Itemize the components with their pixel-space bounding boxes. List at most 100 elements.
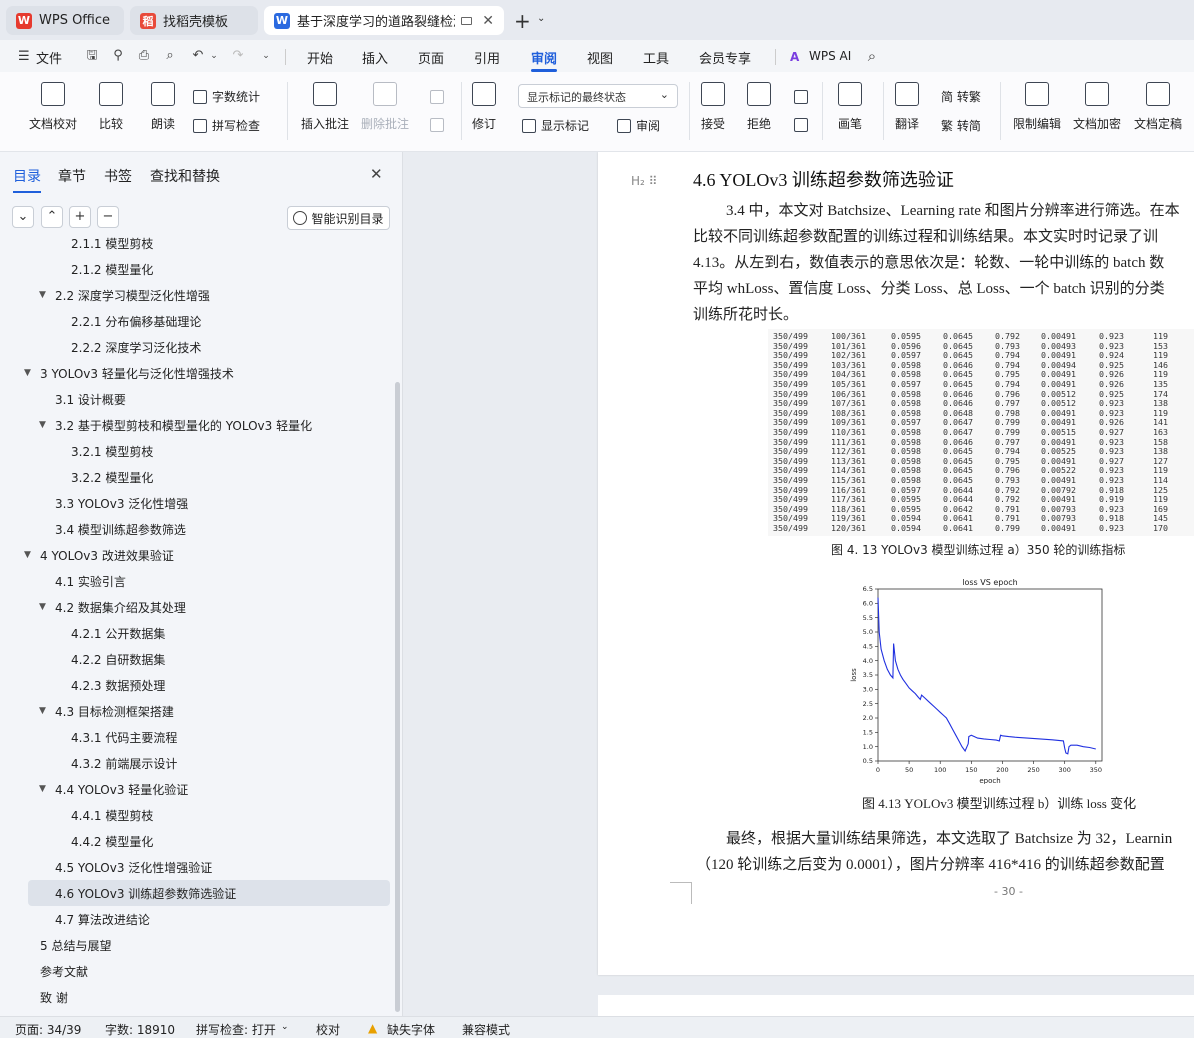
undo-icon[interactable]: ↶: [190, 48, 206, 64]
toc-item[interactable]: 4.5 YOLOv3 泛化性增强验证: [55, 854, 212, 880]
new-tab-icon[interactable]: +: [514, 9, 531, 33]
markup-state-select[interactable]: 显示标记的最终状态 ⌄: [518, 84, 678, 108]
to-traditional-button[interactable]: 简 转繁: [941, 88, 981, 105]
reject-button[interactable]: 拒绝: [747, 82, 771, 132]
expand-all-icon[interactable]: ⌄: [12, 206, 34, 228]
toc-item[interactable]: 2.1.2 模型量化: [71, 256, 153, 282]
toc-item[interactable]: 4.2.2 自研数据集: [71, 646, 165, 672]
menu-page[interactable]: 页面: [418, 48, 444, 67]
undo-dropdown-icon[interactable]: ⌄: [206, 48, 222, 64]
hamburger-icon[interactable]: ☰: [18, 49, 30, 64]
toc-item[interactable]: 4.2.3 数据预处理: [71, 672, 165, 698]
menu-file[interactable]: 文件: [36, 48, 62, 67]
pen-button[interactable]: 画笔: [838, 82, 862, 132]
chevron-down-icon[interactable]: ⌄: [281, 1022, 289, 1032]
toc-item[interactable]: 4.3.1 代码主要流程: [71, 724, 177, 750]
print-icon[interactable]: ⎙: [136, 48, 152, 64]
toc-item[interactable]: 3.4 模型训练超参数筛选: [55, 516, 186, 542]
caret-down-icon[interactable]: ▼: [39, 420, 48, 430]
loss-chart[interactable]: loss VS epoch epoch loss 0 50 100 150 200 250 300…: [848, 574, 1128, 784]
menu-home[interactable]: 开始: [307, 48, 333, 67]
share-icon[interactable]: ⚲: [110, 48, 126, 64]
monitor-icon[interactable]: [461, 16, 473, 25]
tab-document[interactable]: W 基于深度学习的道路裂缝检测 ✕: [264, 6, 504, 35]
toc-item[interactable]: 4.2.1 公开数据集: [71, 620, 165, 646]
toc-scrollbar[interactable]: [395, 382, 400, 1012]
caret-down-icon[interactable]: ▼: [24, 368, 33, 378]
close-tab-icon[interactable]: ✕: [482, 13, 494, 29]
add-heading-icon[interactable]: +: [69, 206, 91, 228]
caret-down-icon[interactable]: ▼: [24, 550, 33, 560]
print-preview-icon[interactable]: ⌕: [162, 48, 178, 64]
prev-comment-icon[interactable]: [430, 90, 444, 104]
toc-item[interactable]: 4.4.2 模型量化: [71, 828, 153, 854]
toc-item[interactable]: ▼ 3 YOLOv3 轻量化与泛化性增强技术: [24, 360, 234, 386]
training-log-image[interactable]: 350/499 100/361 0.0595 0.0645 0.792 0.00491 0.…: [768, 329, 1194, 536]
toc-item[interactable]: 3.2.1 模型剪枝: [71, 438, 153, 464]
redo-dropdown-icon[interactable]: ⌄: [258, 48, 274, 64]
toc-item[interactable]: 5 总结与展望: [40, 932, 111, 958]
compare-button[interactable]: 比较: [99, 82, 123, 132]
read-aloud-button[interactable]: 朗读: [151, 82, 175, 132]
spell-check-button[interactable]: 拼写检查: [193, 117, 260, 134]
tab-wps-office[interactable]: W WPS Office: [6, 6, 124, 35]
caret-down-icon[interactable]: ▼: [39, 290, 48, 300]
word-count-status[interactable]: 字数: 18910: [105, 1021, 175, 1038]
insert-comment-button[interactable]: 插入批注: [301, 82, 349, 132]
toc-item[interactable]: ▼ 4.2 数据集介绍及其处理: [39, 594, 186, 620]
accept-button[interactable]: 接受: [701, 82, 725, 132]
page-indicator[interactable]: 页面: 34/39: [15, 1021, 81, 1038]
toc-item[interactable]: 4.4.1 模型剪枝: [71, 802, 153, 828]
to-simplified-button[interactable]: 繁 转简: [941, 117, 981, 134]
menu-wps-ai[interactable]: WPS AI: [809, 49, 851, 63]
tab-bookmarks[interactable]: 书签: [104, 166, 132, 186]
spell-check-status[interactable]: 拼写检查: 打开: [196, 1021, 276, 1038]
smart-toc-button[interactable]: 智能识别目录: [287, 206, 390, 230]
toc-item[interactable]: 3.1 设计概要: [55, 386, 126, 412]
caret-down-icon[interactable]: ▼: [39, 706, 48, 716]
translate-button[interactable]: 翻译: [895, 82, 919, 132]
toc-item[interactable]: ▼ 2.2 深度学习模型泛化性增强: [39, 282, 210, 308]
tab-template[interactable]: 稻 找稻壳模板: [130, 6, 258, 35]
missing-font-status[interactable]: 缺失字体: [387, 1021, 435, 1038]
toc-item[interactable]: 2.1.1 模型剪枝: [71, 230, 153, 256]
caret-down-icon[interactable]: ▼: [39, 784, 48, 794]
toc-item[interactable]: 2.2.1 分布偏移基础理论: [71, 308, 201, 334]
tab-chapters[interactable]: 章节: [58, 166, 86, 186]
toc-item[interactable]: 4.1 实验引言: [55, 568, 126, 594]
show-marks-button[interactable]: 显示标记: [522, 117, 589, 134]
menu-member[interactable]: 会员专享: [699, 48, 751, 67]
doc-check-button[interactable]: 文档校对: [29, 82, 77, 132]
toc-item[interactable]: ▼ 3.2 基于模型剪枝和模型量化的 YOLOv3 轻量化: [39, 412, 312, 438]
restrict-edit-button[interactable]: 限制编辑: [1013, 82, 1061, 132]
encrypt-button[interactable]: 文档加密: [1073, 82, 1121, 132]
toc-item[interactable]: ▼ 4.4 YOLOv3 轻量化验证: [39, 776, 188, 802]
toc-item[interactable]: 致 谢: [40, 984, 68, 1010]
search-icon[interactable]: ⌕: [864, 48, 880, 64]
caret-down-icon[interactable]: ▼: [39, 602, 48, 612]
toc-item[interactable]: 3.2.2 模型量化: [71, 464, 153, 490]
remove-heading-icon[interactable]: −: [97, 206, 119, 228]
toc-item[interactable]: ▼ 4 YOLOv3 改进效果验证: [24, 542, 174, 568]
redo-icon[interactable]: ↷: [230, 48, 246, 64]
compat-mode-status[interactable]: 兼容模式: [462, 1021, 510, 1038]
toc-item[interactable]: 2.2.2 深度学习泛化技术: [71, 334, 201, 360]
toc-item[interactable]: 4.6 YOLOv3 训练超参数筛选验证: [28, 880, 390, 906]
toc-item[interactable]: 4.3.2 前端展示设计: [71, 750, 177, 776]
delete-comment-button[interactable]: 删除批注: [361, 82, 409, 132]
prev-change-icon[interactable]: [794, 90, 808, 104]
word-count-button[interactable]: 字数统计: [193, 88, 260, 105]
menu-reference[interactable]: 引用: [474, 48, 500, 67]
tab-dropdown-icon[interactable]: ⌄: [537, 13, 545, 24]
save-icon[interactable]: 🖫: [84, 48, 100, 64]
review-pane-button[interactable]: 审阅: [617, 117, 660, 134]
collapse-all-icon[interactable]: ⌃: [41, 206, 63, 228]
toc-item[interactable]: 参考文献: [40, 958, 88, 984]
next-comment-icon[interactable]: [430, 118, 444, 132]
menu-view[interactable]: 视图: [587, 48, 613, 67]
next-change-icon[interactable]: [794, 118, 808, 132]
proof-status[interactable]: 校对: [316, 1021, 340, 1038]
finalize-button[interactable]: 文档定稿: [1134, 82, 1182, 132]
toc-item[interactable]: ▼ 4.3 目标检测框架搭建: [39, 698, 174, 724]
menu-review[interactable]: 审阅: [531, 48, 558, 72]
